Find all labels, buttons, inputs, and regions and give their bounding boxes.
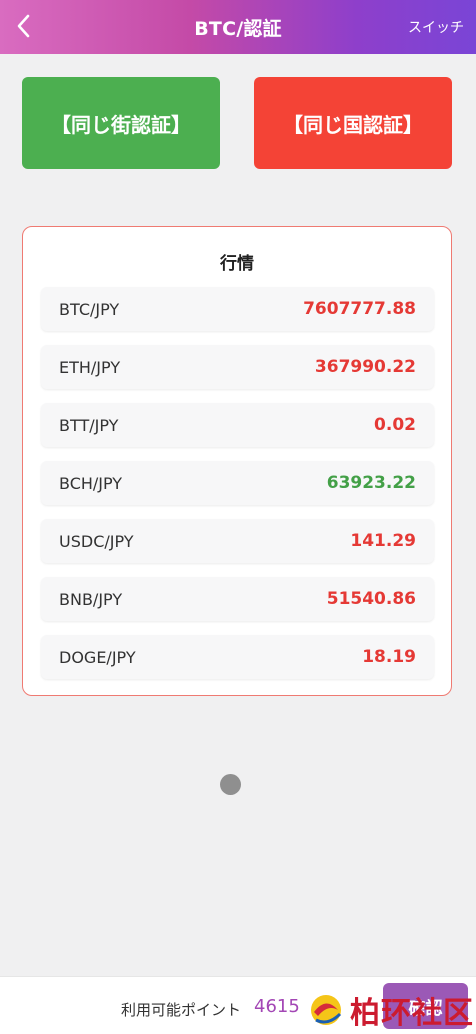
market-row-doge[interactable]: DOGE/JPY 18.19 — [41, 635, 434, 679]
market-title: 行情 — [220, 254, 254, 274]
page-title: BTC/認証 — [194, 17, 282, 40]
top-bar: BTC/認証 スイッチ — [0, 0, 476, 54]
pair-label: BNB/JPY — [59, 589, 123, 609]
price-value: 18.19 — [362, 647, 416, 667]
price-value: 63923.22 — [326, 473, 416, 493]
points-value: 4615 — [254, 996, 300, 1017]
market-row-btc[interactable]: BTC/JPY 7607777.88 — [41, 287, 434, 331]
market-row-btt[interactable]: BTT/JPY 0.02 — [41, 403, 434, 447]
market-row-eth[interactable]: ETH/JPY 367990.22 — [41, 345, 434, 389]
same-street-verify-button[interactable]: 【同じ街認証】 — [22, 77, 220, 169]
back-button[interactable] — [10, 12, 38, 40]
price-value: 51540.86 — [326, 589, 416, 609]
price-value: 141.29 — [350, 531, 416, 551]
market-row-usdc[interactable]: USDC/JPY 141.29 — [41, 519, 434, 563]
price-value: 367990.22 — [314, 357, 416, 377]
pair-label: ETH/JPY — [59, 357, 121, 377]
market-row-bch[interactable]: BCH/JPY 63923.22 — [41, 461, 434, 505]
pair-label: BTC/JPY — [59, 299, 120, 319]
points-label: 利用可能ポイント — [121, 1001, 242, 1019]
loading-dot-icon — [220, 774, 241, 795]
pair-label: USDC/JPY — [59, 531, 134, 551]
price-value: 0.02 — [374, 415, 416, 435]
bottom-bar: 利用可能ポイント 4615 確認 — [0, 976, 476, 1034]
chevron-left-icon — [17, 14, 30, 38]
confirm-button[interactable]: 確認 — [383, 983, 468, 1029]
pair-label: BTT/JPY — [59, 415, 119, 435]
pair-label: BCH/JPY — [59, 473, 123, 493]
market-row-bnb[interactable]: BNB/JPY 51540.86 — [41, 577, 434, 621]
price-value: 7607777.88 — [303, 299, 416, 319]
market-panel: 行情 BTC/JPY 7607777.88 ETH/JPY 367990.22 … — [22, 226, 452, 696]
same-country-verify-button[interactable]: 【同じ国認証】 — [254, 77, 452, 169]
pair-label: DOGE/JPY — [59, 647, 136, 667]
switch-button[interactable]: スイッチ — [408, 17, 464, 37]
